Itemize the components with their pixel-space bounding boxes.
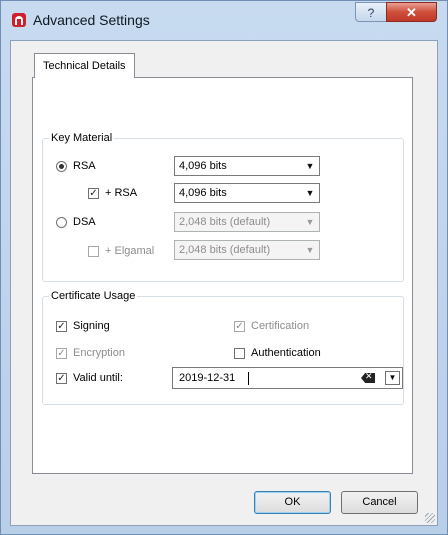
rsa-radio[interactable]: [56, 161, 67, 172]
authentication-checkbox[interactable]: [234, 348, 245, 359]
tab-technical-details[interactable]: Technical Details: [34, 53, 135, 78]
signing-checkbox[interactable]: ✓: [56, 321, 67, 332]
title-bar[interactable]: Advanced Settings ? ✕: [1, 1, 447, 37]
dsa-label: DSA: [73, 216, 96, 228]
chevron-down-icon: ▼: [305, 161, 315, 171]
valid-until-date-input[interactable]: 2019-12-31 ▼: [172, 367, 403, 389]
check-mark-icon: ✓: [57, 348, 66, 359]
signing-label: Signing: [73, 320, 110, 332]
window-title: Advanced Settings: [33, 12, 150, 28]
chevron-down-icon: ▼: [305, 245, 315, 255]
elgamal-size-value: 2,048 bits (default): [179, 244, 271, 256]
authentication-label: Authentication: [251, 347, 321, 359]
dsa-radio[interactable]: [56, 217, 67, 228]
ok-button[interactable]: OK: [254, 491, 331, 514]
cancel-button[interactable]: Cancel: [341, 491, 418, 514]
check-mark-icon: ✓: [89, 188, 98, 199]
encryption-label: Encryption: [73, 347, 125, 359]
check-mark-icon: ✓: [235, 321, 244, 332]
key-material-legend: Key Material: [51, 132, 113, 144]
valid-until-label: Valid until:: [73, 372, 123, 384]
rsa-label: RSA: [73, 160, 96, 172]
dialog-window: Advanced Settings ? ✕ Technical Details …: [0, 0, 448, 535]
rsa-sub-size-combo[interactable]: 4,096 bits ▼: [174, 183, 320, 203]
dsa-size-value: 2,048 bits (default): [179, 216, 271, 228]
chevron-down-icon: ▼: [305, 188, 315, 198]
elgamal-label: + Elgamal: [105, 245, 155, 257]
rsa-sub-checkbox[interactable]: ✓: [88, 188, 99, 199]
rsa-size-combo[interactable]: 4,096 bits ▼: [174, 156, 320, 176]
valid-until-checkbox[interactable]: ✓: [56, 373, 67, 384]
rsa-sub-label: + RSA: [105, 187, 138, 199]
tab-panel-technical-details: Key Material RSA 4,096 bits ▼ ✓ + RSA 4,…: [32, 77, 413, 474]
check-mark-icon: ✓: [57, 321, 66, 332]
elgamal-checkbox[interactable]: [88, 246, 99, 257]
elgamal-size-combo[interactable]: 2,048 bits (default) ▼: [174, 240, 320, 260]
chevron-down-icon: ▼: [305, 217, 315, 227]
encryption-checkbox[interactable]: ✓: [56, 348, 67, 359]
dialog-client-area: Technical Details Key Material RSA 4,096…: [10, 40, 438, 526]
check-mark-icon: ✓: [57, 373, 66, 384]
valid-until-date-value: 2019-12-31: [179, 372, 236, 384]
dsa-size-combo[interactable]: 2,048 bits (default) ▼: [174, 212, 320, 232]
rsa-sub-size-value: 4,096 bits: [179, 187, 227, 199]
rsa-size-value: 4,096 bits: [179, 160, 227, 172]
app-lock-icon: [12, 13, 26, 27]
certification-label: Certification: [251, 320, 310, 332]
text-caret: [248, 372, 249, 385]
chevron-down-icon[interactable]: ▼: [385, 371, 400, 385]
help-button[interactable]: ?: [355, 2, 387, 22]
resize-grip-icon[interactable]: [425, 513, 435, 523]
certificate-usage-legend: Certificate Usage: [51, 290, 136, 302]
certification-checkbox[interactable]: ✓: [234, 321, 245, 332]
clear-icon[interactable]: [361, 373, 375, 383]
close-button[interactable]: ✕: [386, 2, 437, 22]
